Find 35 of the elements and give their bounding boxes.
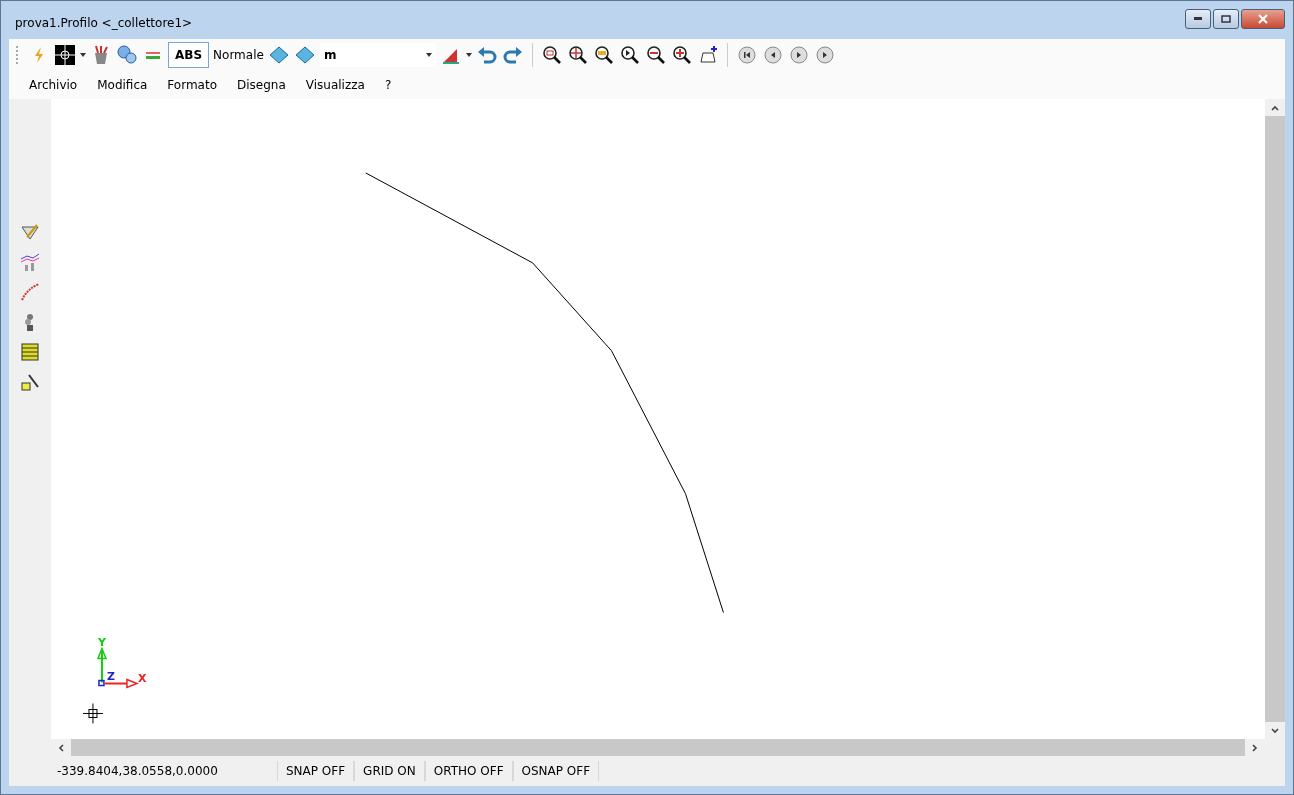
scroll-left-icon[interactable]	[56, 742, 66, 753]
scroll-right-icon[interactable]	[1250, 742, 1260, 753]
maximize-icon	[1221, 15, 1231, 23]
menu-item[interactable]: Disegna	[229, 78, 298, 92]
status-toggle[interactable]: ORTHO OFF	[424, 761, 513, 781]
status-toggle[interactable]: OSNAP OFF	[512, 761, 600, 781]
caret-icon[interactable]	[425, 53, 432, 57]
maximize-button[interactable]	[1213, 9, 1239, 29]
caret-icon[interactable]	[80, 53, 86, 57]
axis-y-label: Y	[97, 635, 106, 649]
scroll-down-icon[interactable]	[1270, 725, 1280, 736]
status-toggle[interactable]: SNAP OFF	[277, 761, 355, 781]
caret-icon[interactable]	[465, 53, 472, 57]
menu-item[interactable]: Formato	[159, 78, 229, 92]
abs-button[interactable]: ABS	[168, 42, 210, 68]
coordinates-readout: -339.8404,38.0558,0.0000	[56, 764, 219, 778]
axis-y-arrow	[96, 646, 108, 684]
axis-x-arrow	[103, 678, 139, 689]
minimize-button[interactable]	[1185, 9, 1211, 29]
menu-item[interactable]: Modifica	[89, 78, 160, 92]
origin-marker	[98, 679, 105, 687]
crosshair-cursor-icon	[82, 703, 104, 724]
close-icon	[1258, 14, 1268, 24]
axis-x-label: X	[137, 671, 147, 685]
minimize-icon	[1194, 17, 1202, 21]
unit-dropdown[interactable]: m	[319, 43, 436, 67]
axis-z-label: Z	[106, 669, 115, 683]
menu-item[interactable]: Archivio	[21, 78, 90, 92]
crosshair-icon[interactable]	[54, 42, 76, 68]
menu-item[interactable]: Visualizza	[297, 78, 377, 92]
style-label: Normale	[213, 48, 264, 62]
window-title: prova1.Profilo <_collettore1>	[14, 16, 193, 30]
close-button[interactable]	[1241, 9, 1285, 29]
menu-item[interactable]: ?	[376, 78, 404, 92]
status-toggle[interactable]: GRID ON	[354, 761, 425, 781]
